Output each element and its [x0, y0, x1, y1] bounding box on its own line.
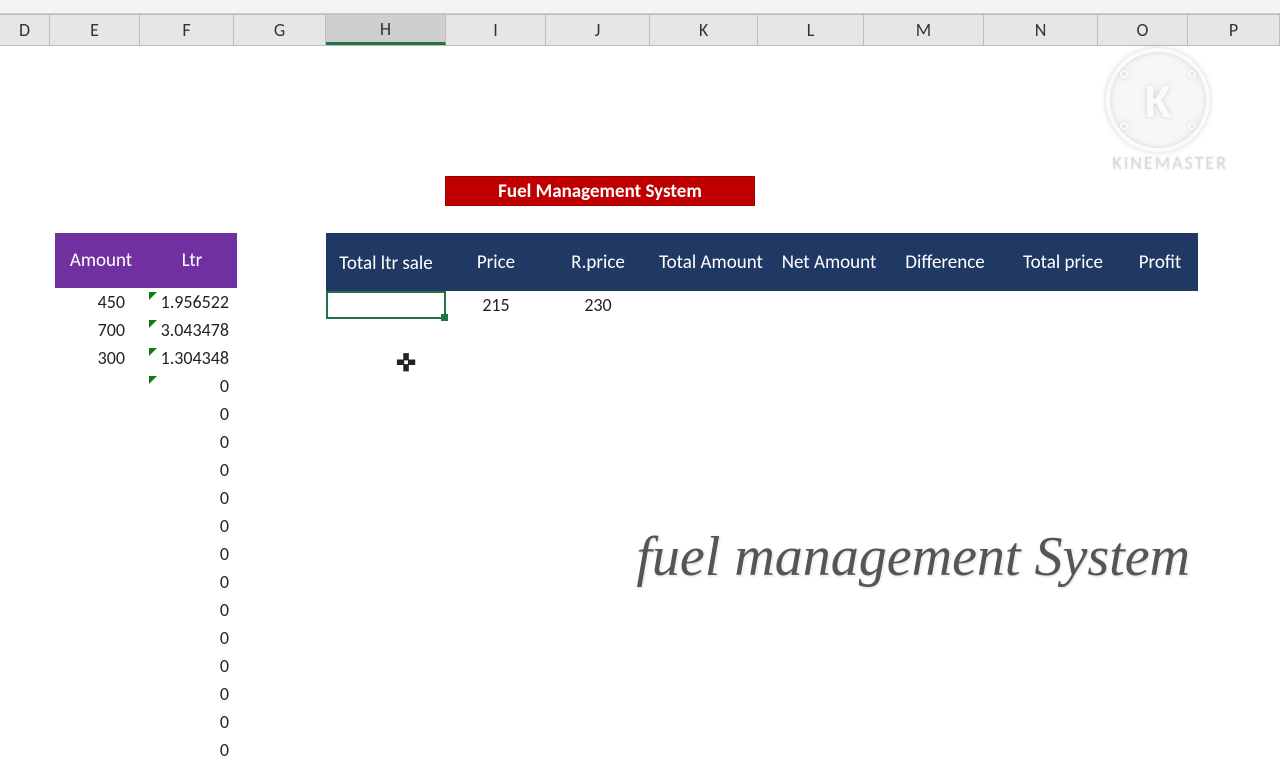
header-total-ltr-sale: Total ltr sale [326, 249, 446, 275]
cell-ltr[interactable]: 1.304348 [147, 347, 237, 369]
header-difference: Difference [886, 251, 1004, 274]
col-header-o[interactable]: O [1098, 14, 1188, 45]
amount-ltr-row[interactable]: 0 [55, 372, 237, 400]
amount-ltr-row[interactable]: 0 [55, 568, 237, 596]
col-header-e[interactable]: E [50, 14, 140, 45]
amount-ltr-table: Amount Ltr 4501.9565227003.0434783001.30… [55, 233, 237, 764]
amount-ltr-row[interactable]: 3001.304348 [55, 344, 237, 372]
cell-ltr[interactable]: 0 [147, 431, 237, 453]
watermark-logo-letter: K [1145, 71, 1171, 130]
col-header-j[interactable]: J [546, 14, 650, 45]
column-header-row: D E F G H I J K L M N O P [0, 14, 1280, 46]
header-total-price: Total price [1004, 251, 1122, 274]
col-header-d[interactable]: D [0, 14, 50, 45]
main-header-row: Total ltr sale Price R.price Total Amoun… [326, 233, 1198, 291]
amount-ltr-row[interactable]: 0 [55, 456, 237, 484]
error-indicator-icon[interactable] [149, 348, 157, 356]
col-header-h[interactable]: H [326, 14, 446, 45]
cell-ltr[interactable]: 0 [147, 403, 237, 425]
cell-ltr[interactable]: 0 [147, 543, 237, 565]
col-header-n[interactable]: N [984, 14, 1098, 45]
amount-ltr-row[interactable]: 0 [55, 540, 237, 568]
header-price: Price [446, 251, 546, 274]
amount-ltr-row[interactable]: 0 [55, 736, 237, 764]
header-total-amount: Total Amount [650, 251, 772, 274]
cell-cursor-icon: ✜ [396, 349, 416, 378]
amount-ltr-row[interactable]: 0 [55, 680, 237, 708]
col-header-l[interactable]: L [758, 14, 864, 45]
amount-ltr-row[interactable]: 0 [55, 428, 237, 456]
col-header-f[interactable]: F [140, 14, 234, 45]
cell-ltr[interactable]: 0 [147, 515, 237, 537]
amount-ltr-header-row: Amount Ltr [55, 233, 237, 288]
amount-ltr-row[interactable]: 4501.956522 [55, 288, 237, 316]
script-overlay-text: fuel management System [636, 525, 1190, 589]
header-ltr: Ltr [147, 249, 237, 272]
col-header-p[interactable]: P [1188, 14, 1280, 45]
cell-ltr[interactable]: 0 [147, 739, 237, 761]
watermark-logo: K [1106, 48, 1210, 152]
cell-ltr[interactable]: 0 [147, 627, 237, 649]
cell-amount[interactable]: 700 [55, 319, 147, 341]
cell-amount[interactable]: 300 [55, 347, 147, 369]
cell-ltr[interactable]: 0 [147, 375, 237, 397]
cell-ltr[interactable]: 0 [147, 599, 237, 621]
header-net-amount: Net Amount [772, 251, 886, 274]
col-header-g[interactable]: G [234, 14, 326, 45]
error-indicator-icon[interactable] [149, 292, 157, 300]
spreadsheet-grid[interactable]: Fuel Management System Amount Ltr 4501.9… [0, 46, 1280, 720]
cell-ltr[interactable]: 3.043478 [147, 319, 237, 341]
window-chrome-top [0, 0, 1280, 14]
main-table: Total ltr sale Price R.price Total Amoun… [326, 233, 1198, 319]
cell-price[interactable]: 215 [446, 294, 546, 316]
amount-ltr-row[interactable]: 0 [55, 624, 237, 652]
col-header-i[interactable]: I [446, 14, 546, 45]
header-profit: Profit [1122, 251, 1198, 274]
header-r-price: R.price [546, 251, 650, 274]
cell-r-price[interactable]: 230 [546, 294, 650, 316]
cell-ltr[interactable]: 0 [147, 459, 237, 481]
cell-ltr[interactable]: 0 [147, 683, 237, 705]
col-header-m[interactable]: M [864, 14, 984, 45]
cell-ltr[interactable]: 0 [147, 655, 237, 677]
cell-ltr[interactable]: 0 [147, 571, 237, 593]
cell-amount[interactable]: 450 [55, 291, 147, 313]
cell-ltr[interactable]: 1.956522 [147, 291, 237, 313]
amount-ltr-row[interactable]: 0 [55, 512, 237, 540]
title-banner: Fuel Management System [445, 176, 755, 206]
amount-ltr-row[interactable]: 0 [55, 400, 237, 428]
header-amount: Amount [55, 249, 147, 272]
amount-ltr-row[interactable]: 0 [55, 652, 237, 680]
error-indicator-icon[interactable] [149, 376, 157, 384]
cell-ltr[interactable]: 0 [147, 487, 237, 509]
amount-ltr-row[interactable]: 7003.043478 [55, 316, 237, 344]
main-data-row[interactable]: 215 230 [326, 291, 1198, 319]
amount-ltr-row[interactable]: 0 [55, 484, 237, 512]
col-header-k[interactable]: K [650, 14, 758, 45]
cell-ltr[interactable]: 0 [147, 711, 237, 733]
amount-ltr-row[interactable]: 0 [55, 596, 237, 624]
amount-ltr-row[interactable]: 0 [55, 708, 237, 736]
error-indicator-icon[interactable] [149, 320, 157, 328]
watermark-brand: KINEMASTER [1112, 152, 1228, 174]
